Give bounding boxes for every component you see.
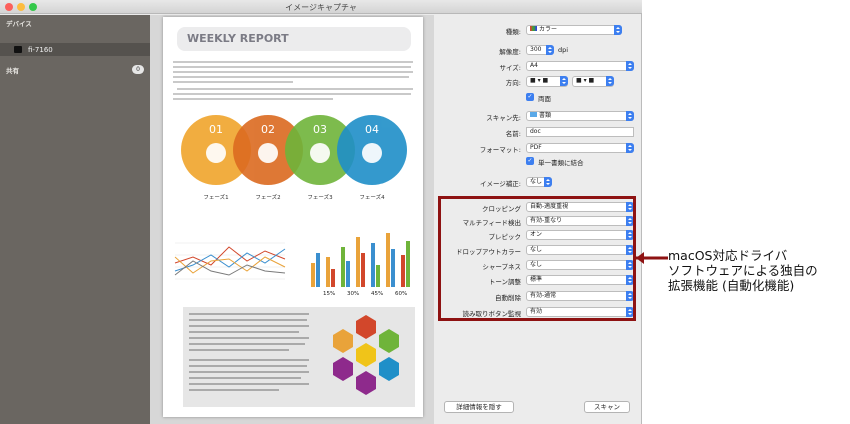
shared-header: 共有 <box>6 67 19 75</box>
phase-label-4: フェーズ4 <box>359 195 385 201</box>
phase-label-1: フェーズ1 <box>203 195 229 201</box>
resolution-unit: dpi <box>558 46 569 54</box>
window-title: イメージキャプチャ <box>285 3 357 12</box>
stopwatch-icon <box>258 143 278 163</box>
title-bar: イメージキャプチャ <box>0 0 642 14</box>
report-title: WEEKLY REPORT <box>177 27 411 51</box>
folder-icon <box>530 112 537 117</box>
scanner-icon <box>14 46 22 53</box>
sidebar: デバイス fi-7160 共有 0 <box>0 15 150 424</box>
image-correction-row: イメージ補正: なし <box>434 177 641 188</box>
portrait-icon: ■ ▾ ■ <box>530 77 549 84</box>
summary-box <box>183 307 415 407</box>
clipboard-icon <box>206 143 226 163</box>
orientation-front-popup[interactable]: ■ ▾ ■ <box>526 76 568 87</box>
phase-label-3: フェーズ3 <box>307 195 333 201</box>
callout-text: macOS対応ドライバ ソフトウェアによる独自の 拡張機能 (自動化機能) <box>668 248 818 293</box>
image-correction-popup[interactable]: なし <box>526 177 552 187</box>
combine-checkbox[interactable]: ✓ <box>526 157 534 165</box>
hide-details-button[interactable]: 詳細情報を隠す <box>444 401 514 413</box>
format-row: フォーマット: PDF <box>434 143 641 154</box>
phase-circle-4: 04 <box>337 115 407 185</box>
shared-count-badge: 0 <box>132 65 144 74</box>
report-charts <box>174 233 410 287</box>
scan-to-row: スキャン先: 書類 <box>434 111 641 122</box>
duplex-row: ✓ 両面 <box>526 93 551 103</box>
callout-line-1: macOS対応ドライバ <box>668 248 788 263</box>
callout-line-2: ソフトウェアによる独自の <box>668 263 818 278</box>
devices-header: デバイス <box>6 20 32 28</box>
scan-to-popup[interactable]: 書類 <box>526 111 634 121</box>
preview-document: WEEKLY REPORT 01 02 03 04 フェーズ1 フェーズ2 フェ… <box>163 17 423 417</box>
color-icon <box>530 26 537 31</box>
landscape-icon: ■ ▾ ■ <box>576 77 595 84</box>
kind-popup[interactable]: カラー <box>526 25 622 35</box>
name-field[interactable]: doc <box>526 127 634 137</box>
document-icon <box>310 143 330 163</box>
phase-label-2: フェーズ2 <box>255 195 281 201</box>
format-popup[interactable]: PDF <box>526 143 634 153</box>
size-row: サイズ: A4 <box>434 61 641 72</box>
callout-line-3: 拡張機能 (自動化機能) <box>668 278 795 293</box>
resolution-popup[interactable]: 300 <box>526 45 554 55</box>
orientation-back-popup[interactable]: ■ ▾ ■ <box>572 76 614 87</box>
sidebar-item-device[interactable]: fi-7160 <box>0 43 150 56</box>
orientation-row: 方向: ■ ▾ ■ ■ ▾ ■ <box>434 76 641 87</box>
resolution-row: 解像度: 300 dpi <box>499 45 569 56</box>
hexagon-cycle-graphic <box>333 315 399 395</box>
size-popup[interactable]: A4 <box>526 61 634 71</box>
scan-button[interactable]: スキャン <box>584 401 630 413</box>
combine-row: ✓ 単一書類に結合 <box>526 157 584 167</box>
highlight-box <box>438 196 636 321</box>
kind-row: 種類: カラー <box>434 25 641 36</box>
duplex-checkbox[interactable]: ✓ <box>526 93 534 101</box>
handshake-icon <box>362 143 382 163</box>
name-row: 名前: doc <box>434 127 641 138</box>
scan-preview-area[interactable]: WEEKLY REPORT 01 02 03 04 フェーズ1 フェーズ2 フェ… <box>150 15 434 424</box>
device-name: fi-7160 <box>28 45 53 54</box>
